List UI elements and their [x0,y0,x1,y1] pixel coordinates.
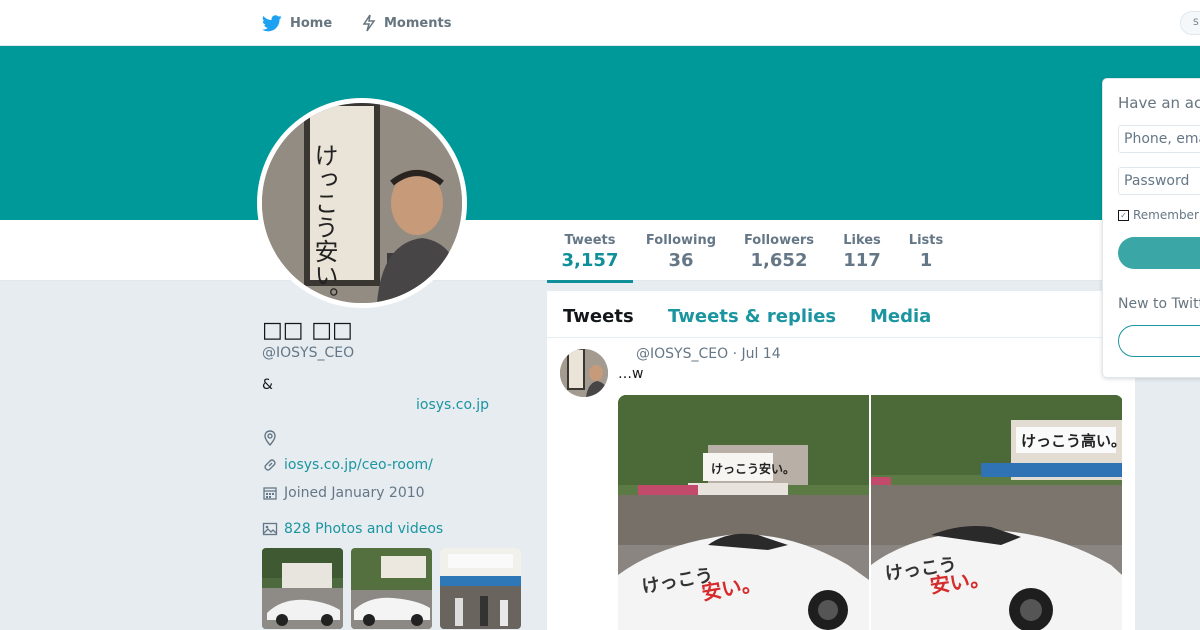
twitter-bird-icon [262,14,282,31]
stat-value: 117 [843,250,881,271]
stat-value: 3,157 [561,250,619,271]
nav-home-label: Home [290,15,333,31]
tab-tweets-replies[interactable]: Tweets & replies [668,306,836,327]
profile-nav: Tweets 3,157 Following 36 Followers 1,65… [0,220,1200,283]
top-nav: Home Moments S [0,0,1200,46]
tab-tweets[interactable]: Tweets [563,306,634,327]
remember-me[interactable]: ✓ Remember [1118,208,1199,222]
stat-value: 36 [668,250,694,271]
location-pin-icon [264,430,276,446]
tab-media[interactable]: Media [870,306,931,327]
stat-label: Followers [743,233,815,248]
profile-handle[interactable]: @IOSYS_CEO [262,345,354,361]
stat-likes[interactable]: Likes 117 [840,233,884,271]
link-icon [264,459,276,471]
avatar-photo: けっこう安い。 [262,103,462,303]
remember-label: Remember [1133,208,1199,222]
new-to-twitter-label: New to Twitt [1118,296,1200,312]
signup-button[interactable] [1118,325,1200,357]
website-row[interactable]: iosys.co.jp/ceo-room/ [262,457,433,473]
stat-following[interactable]: Following 36 [644,233,718,271]
profile-banner [0,46,1200,220]
media-photo[interactable]: けっこう高い。 けっこう 安い。 [871,395,1122,630]
tweet-avatar[interactable] [560,349,608,397]
photo-thumbnail[interactable] [440,548,521,629]
stat-label: Likes [843,233,881,248]
joined-row: Joined January 2010 [262,485,425,501]
calendar-icon [263,487,277,500]
search-input[interactable]: S [1180,11,1200,35]
checkbox-icon[interactable]: ✓ [1118,209,1129,221]
timeline: Tweets Tweets & replies Media @IOSYS_CEO… [547,291,1135,630]
bio-text: & [262,377,273,393]
stat-value: 1 [919,250,933,271]
profile-avatar[interactable]: けっこう安い。 [257,98,467,308]
store-sign-text: けっこう安い。 [711,461,795,476]
stat-followers[interactable]: Followers 1,652 [742,233,816,271]
login-popup: Have an acc Phone, ema Password ✓ Rememb… [1102,78,1200,378]
image-icon [262,522,278,536]
nav-moments[interactable]: Moments [362,13,451,33]
svg-text:けっこう安い。: けっこう安い。 [310,143,338,303]
stat-value: 1,652 [750,250,808,271]
stat-label: Following [645,233,717,248]
location-row [262,430,284,446]
store-sign-text: けっこう高い。 [1021,432,1122,450]
nav-home[interactable]: Home [262,13,332,33]
login-button[interactable] [1118,237,1200,269]
stat-label: Lists [908,233,944,248]
joined-date: Joined January 2010 [284,485,425,501]
tweet-header[interactable]: @IOSYS_CEO · Jul 14 [636,346,781,362]
bio-link[interactable]: iosys.co.jp [416,397,489,413]
photo-thumbnail[interactable] [262,548,343,629]
timeline-tabs: Tweets Tweets & replies Media [547,291,1135,338]
login-heading: Have an acc [1118,94,1200,112]
photo-thumbnail[interactable] [351,548,432,629]
lightning-icon [362,14,376,32]
password-field[interactable]: Password [1118,167,1200,195]
phone-email-field[interactable]: Phone, ema [1118,125,1200,153]
stat-lists[interactable]: Lists 1 [906,233,946,271]
media-photo[interactable]: けっこう安い。 けっこう 安い。 [618,395,869,630]
profile-name: □□ □□ [262,318,353,343]
tweet-text: …w [618,366,644,382]
photos-link[interactable]: 828 Photos and videos [284,521,443,537]
photos-row[interactable]: 828 Photos and videos [262,521,443,537]
stat-tweets[interactable]: Tweets 3,157 [547,233,633,283]
stat-label: Tweets [564,233,616,248]
tweet-media[interactable]: けっこう安い。 けっこう 安い。 けっこう高い。 けっこう 安い。 [618,395,1123,630]
nav-moments-label: Moments [384,15,452,31]
website-link[interactable]: iosys.co.jp/ceo-room/ [284,457,433,473]
